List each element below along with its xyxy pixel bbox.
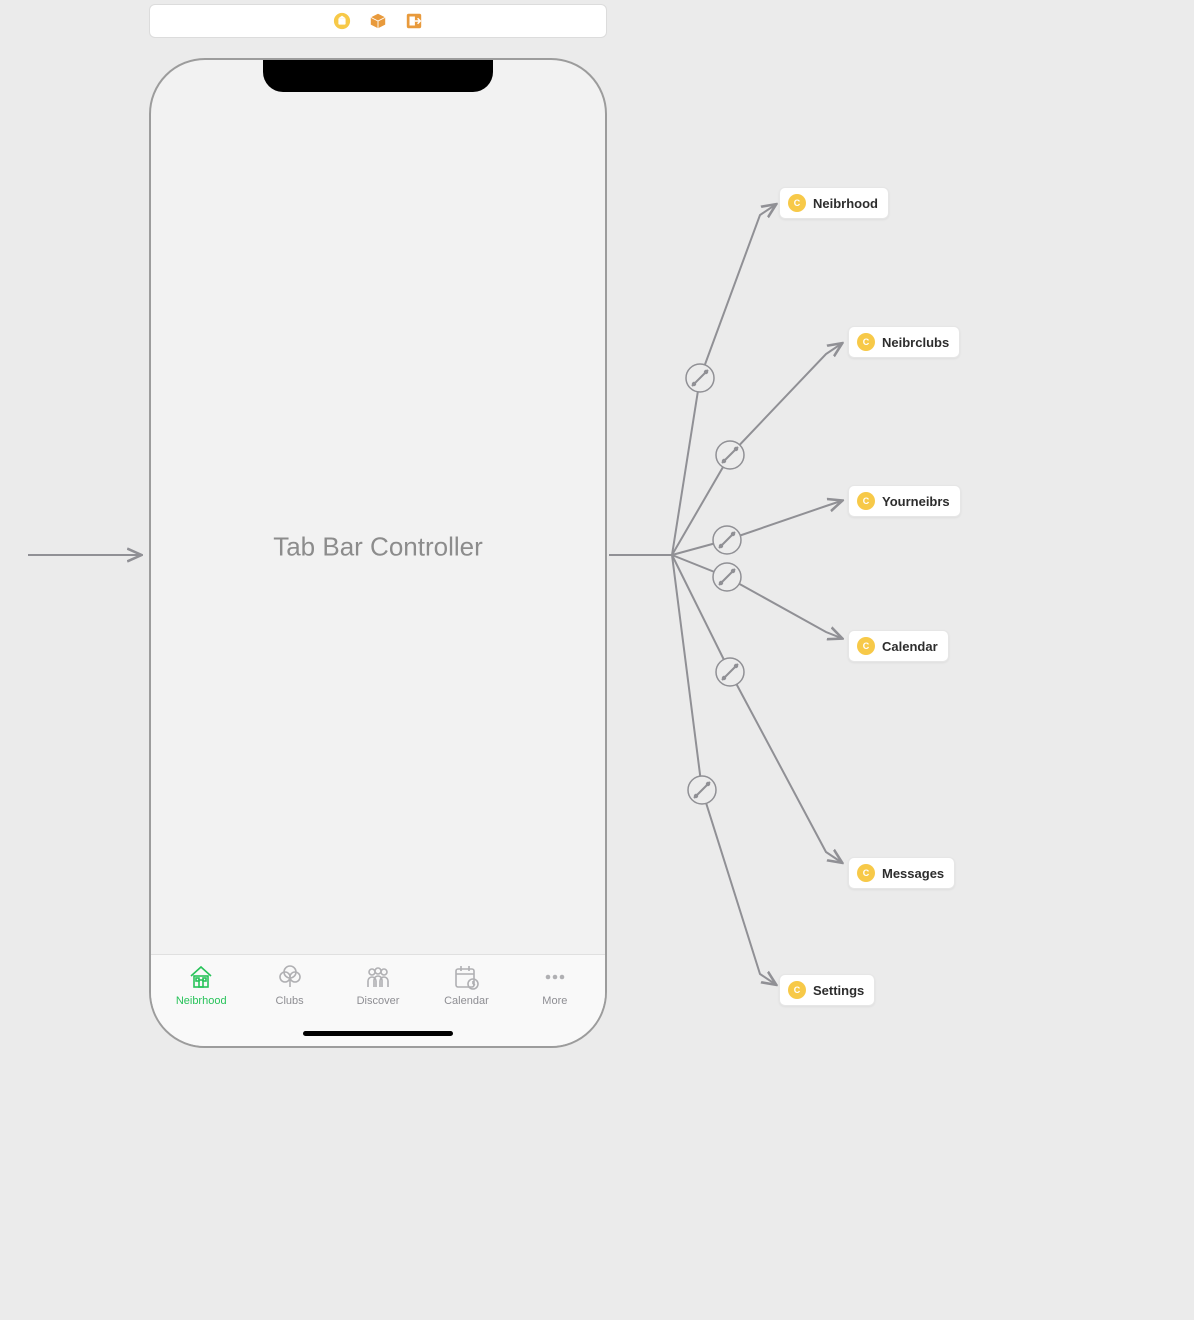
scene-node-settings[interactable]: C Settings xyxy=(779,974,875,1006)
scene-node-messages[interactable]: C Messages xyxy=(848,857,955,889)
scene-node-neibrclubs[interactable]: C Neibrclubs xyxy=(848,326,960,358)
segue-arrow-5 xyxy=(672,555,775,984)
home-indicator xyxy=(303,1031,453,1036)
scene-node-label: Settings xyxy=(813,983,864,998)
segue-badge-0 xyxy=(686,364,714,392)
viewcontroller-badge-icon: C xyxy=(857,333,875,351)
scene-title: Tab Bar Controller xyxy=(273,531,483,562)
segue-badge-2 xyxy=(713,526,741,554)
tab-discover[interactable]: Discover xyxy=(334,963,422,1018)
segue-badge-5 xyxy=(688,776,716,804)
scene-node-neibrhood[interactable]: C Neibrhood xyxy=(779,187,889,219)
cube-icon[interactable] xyxy=(369,12,387,30)
tab-label: Discover xyxy=(357,995,400,1007)
scene-node-label: Neibrhood xyxy=(813,196,878,211)
segue-arrow-4 xyxy=(672,555,841,862)
tab-neibrhood[interactable]: Neibrhood xyxy=(157,963,245,1018)
storyboard-icon[interactable] xyxy=(333,12,351,30)
viewcontroller-badge-icon: C xyxy=(857,492,875,510)
exit-icon[interactable] xyxy=(405,12,423,30)
tab-label: Calendar xyxy=(444,995,489,1007)
scene-node-label: Messages xyxy=(882,866,944,881)
phone-frame: Tab Bar Controller Neibrhood Clubs xyxy=(149,58,607,1048)
scene-node-calendar[interactable]: C Calendar xyxy=(848,630,949,662)
scene-node-label: Neibrclubs xyxy=(882,335,949,350)
scene-node-label: Calendar xyxy=(882,639,938,654)
viewcontroller-badge-icon: C xyxy=(857,864,875,882)
segue-arrow-0 xyxy=(672,205,775,555)
scene-node-label: Yourneibrs xyxy=(882,494,950,509)
segue-badge-3 xyxy=(713,563,741,591)
people-icon xyxy=(364,963,392,991)
house-icon xyxy=(187,963,215,991)
scene-toolbar[interactable] xyxy=(149,4,607,38)
tab-more[interactable]: More xyxy=(511,963,599,1018)
tab-label: Clubs xyxy=(276,995,304,1007)
viewcontroller-badge-icon: C xyxy=(788,194,806,212)
tab-clubs[interactable]: Clubs xyxy=(245,963,333,1018)
calendar-icon xyxy=(452,963,480,991)
tab-calendar[interactable]: Calendar xyxy=(422,963,510,1018)
viewcontroller-badge-icon: C xyxy=(788,981,806,999)
segue-arrow-1 xyxy=(672,344,841,555)
clubs-icon xyxy=(276,963,304,991)
phone-notch xyxy=(263,58,493,92)
more-icon xyxy=(541,963,569,991)
segue-arrow-3 xyxy=(672,555,841,638)
segue-badge-1 xyxy=(716,441,744,469)
tab-label: Neibrhood xyxy=(176,995,227,1007)
scene-node-yourneibrs[interactable]: C Yourneibrs xyxy=(848,485,961,517)
segue-badge-4 xyxy=(716,658,744,686)
viewcontroller-badge-icon: C xyxy=(857,637,875,655)
tab-label: More xyxy=(542,995,567,1007)
segue-arrow-2 xyxy=(672,501,841,555)
